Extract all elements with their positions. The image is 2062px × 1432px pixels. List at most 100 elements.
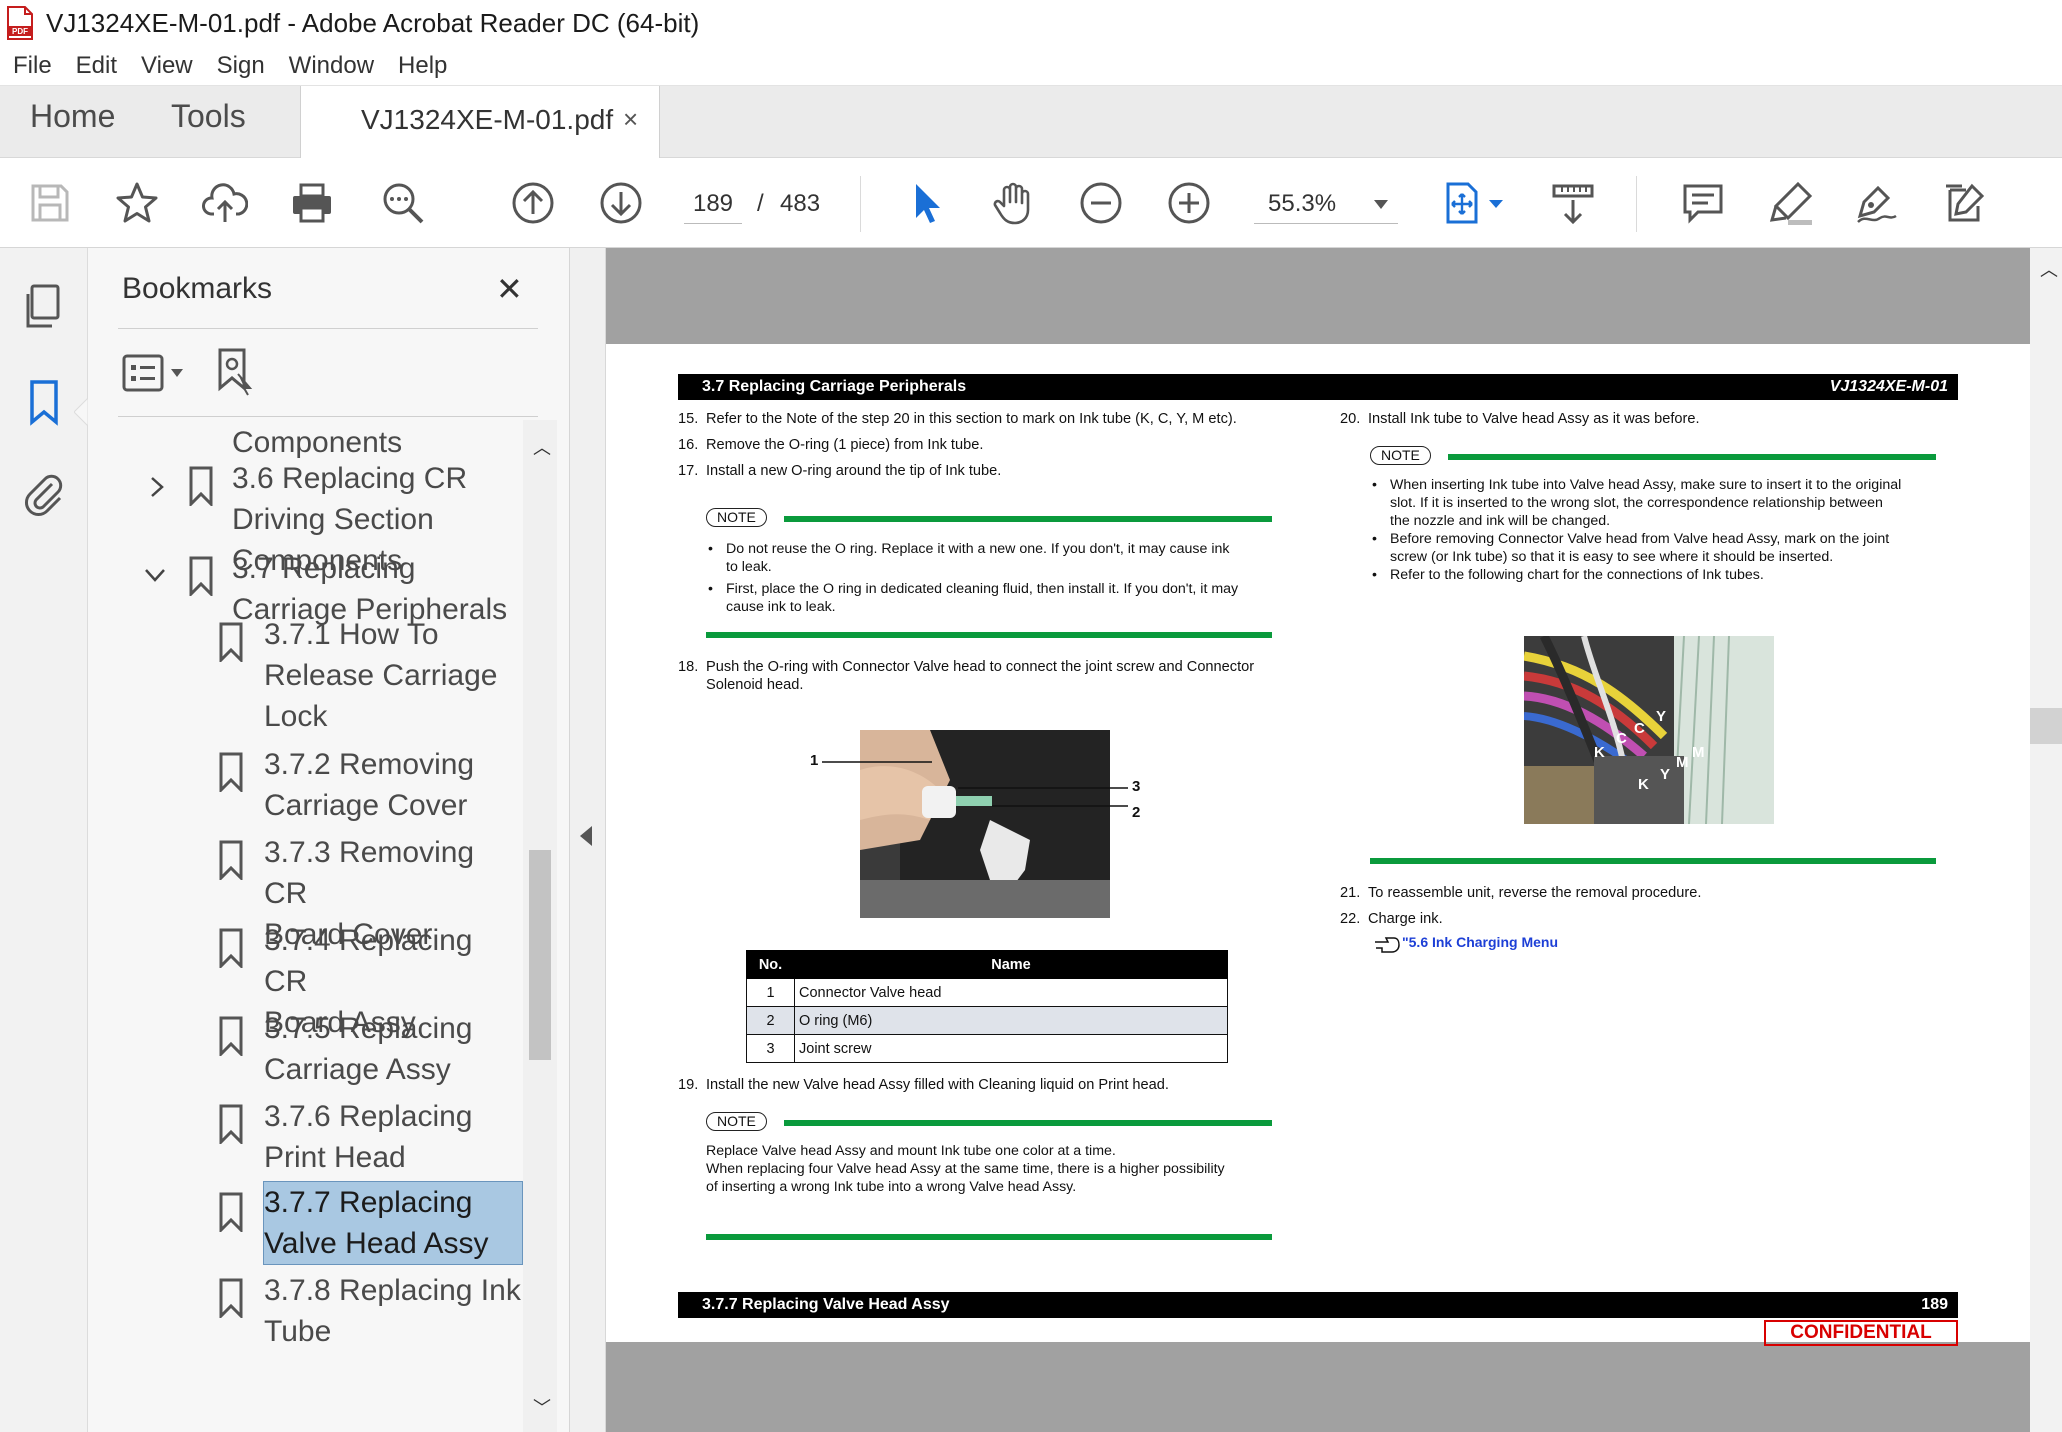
document-scrollbar[interactable]: ︿ xyxy=(2030,248,2062,1432)
step-18: 18. Push the O-ring with Connector Valve … xyxy=(678,659,1255,693)
new-bookmark-icon[interactable] xyxy=(216,348,260,396)
step-19: 19. Install the new Valve head Assy fille… xyxy=(678,1077,1169,1093)
chevron-down-icon[interactable] xyxy=(170,368,184,378)
scrollbar-thumb[interactable] xyxy=(2030,708,2062,744)
note-bar xyxy=(784,1120,1272,1126)
bookmark-label: 3.7.6 Replacing xyxy=(264,1100,473,1133)
step-17: 17. Install a new O-ring around the tip o… xyxy=(678,463,1002,479)
tab-tools[interactable]: Tools xyxy=(171,98,246,135)
bookmark-icon xyxy=(219,1192,243,1232)
fit-page-icon[interactable] xyxy=(1438,178,1488,228)
bookmark-label: Carriage Cover xyxy=(264,789,468,822)
page-header-section: 3.7 Replacing Carriage Peripherals xyxy=(702,378,967,395)
save-icon[interactable] xyxy=(25,178,75,228)
highlight-icon[interactable] xyxy=(1766,178,1816,228)
bookmarks-header: Bookmarks xyxy=(122,272,273,305)
page-number-input[interactable]: 189 xyxy=(684,184,742,224)
page-header: 3.7 Replacing Carriage Peripherals VJ132… xyxy=(678,374,1958,400)
chevron-right-icon[interactable] xyxy=(146,476,168,498)
menu-file[interactable]: File xyxy=(13,52,52,80)
bookmark-icon xyxy=(219,840,243,880)
note-bullet: When inserting Ink tube into Valve head … xyxy=(1372,476,1901,530)
bookmark-label: 3.7.7 Replacing xyxy=(264,1186,473,1219)
step-16: 16. Remove the O-ring (1 piece) from Ink … xyxy=(678,437,984,453)
table-cell: 3 xyxy=(746,1034,795,1063)
menu-edit[interactable]: Edit xyxy=(76,52,117,80)
cloud-upload-icon[interactable] xyxy=(200,178,250,228)
page-footer: 3.7.7 Replacing Valve Head Assy 189 xyxy=(678,1292,1958,1318)
table-cell: 2 xyxy=(746,1006,795,1035)
bookmark-item[interactable]: 3.7.8 Replacing Ink Tube xyxy=(264,1270,521,1352)
menu-help[interactable]: Help xyxy=(398,52,447,80)
page-thumbnails-icon[interactable] xyxy=(20,282,68,330)
search-zoom-icon[interactable] xyxy=(378,178,428,228)
tab-document[interactable]: VJ1324XE-M-01.pdf × xyxy=(300,86,660,159)
comment-icon[interactable] xyxy=(1678,178,1728,228)
close-icon[interactable]: ✕ xyxy=(496,270,523,308)
bookmark-icon xyxy=(219,752,243,792)
hand-icon[interactable] xyxy=(988,178,1038,228)
divider xyxy=(118,416,538,417)
step-15: 15. Refer to the Note of the step 20 in t… xyxy=(678,411,1237,427)
bookmark-label: Print Head xyxy=(264,1141,406,1174)
step-22: 22. Charge ink. xyxy=(1340,911,1443,927)
bookmark-item-selected[interactable]: 3.7.7 Replacing Valve Head Assy xyxy=(263,1181,523,1265)
bookmark-item[interactable]: Components xyxy=(232,422,402,463)
menu-window[interactable]: Window xyxy=(289,52,374,80)
note-bullet: Do not reuse the O ring. Replace it with… xyxy=(708,540,1230,576)
ink-label: K xyxy=(1638,776,1649,793)
document-viewer[interactable]: 3.7 Replacing Carriage Peripherals VJ132… xyxy=(606,248,2030,1432)
select-cursor-icon[interactable] xyxy=(902,178,952,228)
toolbar-divider xyxy=(860,176,861,232)
bookmark-item[interactable]: 3.7.2 Removing Carriage Cover xyxy=(264,744,474,826)
chevron-down-icon[interactable] xyxy=(144,564,166,586)
panel-pointer xyxy=(74,398,88,426)
edit-pdf-icon[interactable] xyxy=(1940,178,1990,228)
scroll-down-icon[interactable]: ﹀ xyxy=(533,1394,551,1420)
ink-label: C xyxy=(1616,730,1627,747)
scroll-up-icon[interactable]: ︿ xyxy=(533,434,551,460)
attachment-icon[interactable] xyxy=(20,470,68,518)
bookmarks-scrollbar[interactable]: ︿ ﹀ xyxy=(523,420,557,1432)
bookmark-panel-icon[interactable] xyxy=(20,378,68,426)
bookmark-options-icon[interactable] xyxy=(122,354,164,392)
scroll-mode-icon[interactable] xyxy=(1548,178,1598,228)
page-up-icon[interactable] xyxy=(508,178,558,228)
bookmark-label: Driving Section xyxy=(232,503,434,536)
divider xyxy=(118,328,538,329)
page-footer-number: 189 xyxy=(1921,1296,1948,1313)
tab-home[interactable]: Home xyxy=(30,98,115,135)
zoom-dropdown[interactable]: 55.3% xyxy=(1254,184,1398,224)
star-icon[interactable] xyxy=(112,178,162,228)
note-bar xyxy=(706,632,1272,638)
bookmark-icon xyxy=(219,928,243,968)
menu-sign[interactable]: Sign xyxy=(217,52,265,80)
table-cell: O ring (M6) xyxy=(794,1006,1228,1035)
scrollbar-thumb[interactable] xyxy=(529,850,551,1060)
note-text: Replace Valve head Assy and mount Ink tu… xyxy=(706,1143,1225,1195)
callout-1: 1 xyxy=(810,752,819,769)
note-bullet: First, place the O ring in dedicated cle… xyxy=(708,580,1238,616)
print-icon[interactable] xyxy=(287,178,337,228)
bookmark-item[interactable]: 3.7.5 Replacing Carriage Assy xyxy=(264,1008,472,1090)
bookmark-label: 3.7.2 Removing xyxy=(264,748,475,781)
toolbar-divider xyxy=(1636,176,1637,232)
bookmark-label: 3.7.5 Replacing xyxy=(264,1012,473,1045)
chevron-down-icon[interactable] xyxy=(1488,198,1504,210)
sign-icon[interactable] xyxy=(1852,178,1902,228)
tab-close-button[interactable]: × xyxy=(623,104,638,135)
scroll-up-icon[interactable]: ︿ xyxy=(2040,256,2058,282)
zoom-out-icon[interactable] xyxy=(1076,178,1126,228)
note-label: NOTE xyxy=(1370,446,1431,465)
bookmark-label: 3.7.4 Replacing CR xyxy=(264,924,473,998)
page-down-icon[interactable] xyxy=(596,178,646,228)
bookmark-item[interactable]: 3.7.1 How To Release Carriage Lock xyxy=(264,614,497,737)
bookmark-label: 3.7.8 Replacing Ink xyxy=(264,1274,521,1307)
bookmark-item[interactable]: 3.7.6 Replacing Print Head xyxy=(264,1096,472,1178)
bookmark-label: Valve Head Assy xyxy=(264,1227,489,1260)
panel-collapse-strip[interactable] xyxy=(570,248,606,1432)
zoom-in-icon[interactable] xyxy=(1164,178,1214,228)
menu-view[interactable]: View xyxy=(141,52,193,80)
collapse-panel-icon[interactable] xyxy=(580,826,592,846)
ink-charging-link[interactable]: "5.6 Ink Charging Menu xyxy=(1402,934,1558,950)
